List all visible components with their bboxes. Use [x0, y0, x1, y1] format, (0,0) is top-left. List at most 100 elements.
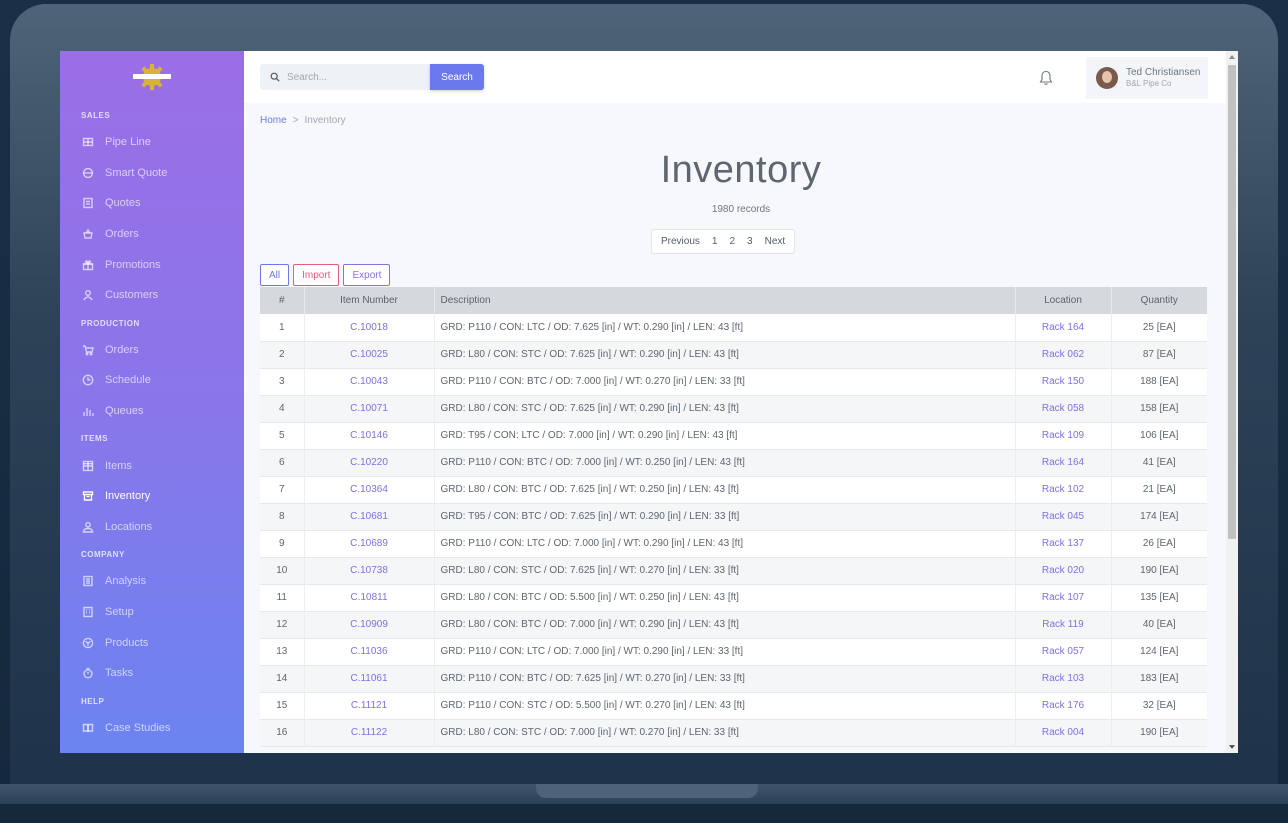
- location-link[interactable]: Rack 102: [1015, 476, 1112, 504]
- sidebar-item-promotions[interactable]: Promotions: [60, 249, 244, 280]
- location-link[interactable]: Rack 109: [1015, 422, 1112, 450]
- location-link[interactable]: Rack 176: [1015, 692, 1112, 720]
- location-link[interactable]: Rack 045: [1015, 503, 1112, 531]
- location-link[interactable]: Rack 164: [1015, 449, 1112, 477]
- item-number-link[interactable]: C.10043: [304, 368, 435, 396]
- location-link[interactable]: Rack 020: [1015, 557, 1112, 585]
- sidebar-item-smart-quote[interactable]: Smart Quote: [60, 158, 244, 189]
- user-menu[interactable]: Ted Christiansen B&L Pipe Co: [1086, 57, 1208, 99]
- sidebar-item-inventory[interactable]: Inventory: [60, 481, 244, 512]
- table-row[interactable]: 12 C.10909 GRD: L80 / CON: BTC / OD: 7.000…: [260, 611, 1207, 639]
- sidebar-item-orders[interactable]: Orders: [60, 335, 244, 366]
- item-number-link[interactable]: C.11122: [304, 719, 435, 747]
- sidebar-item-products[interactable]: Products: [60, 627, 244, 658]
- table-row[interactable]: 10 C.10738 GRD: L80 / CON: STC / OD: 7.625…: [260, 557, 1207, 585]
- search-field[interactable]: [260, 64, 430, 90]
- column-header-item-number[interactable]: Item Number: [304, 287, 435, 314]
- row-number: 6: [260, 449, 305, 477]
- sidebar-item-quotes[interactable]: Quotes: [60, 188, 244, 219]
- scroll-down-arrow[interactable]: [1229, 745, 1235, 749]
- table-row[interactable]: 1 C.10018 GRD: P110 / CON: LTC / OD: 7.625…: [260, 314, 1207, 342]
- pager-page-2[interactable]: 2: [723, 230, 741, 253]
- column-header-location[interactable]: Location: [1015, 287, 1112, 314]
- sidebar-item-items[interactable]: Items: [60, 450, 244, 481]
- item-number-link[interactable]: C.10071: [304, 395, 435, 423]
- row-number: 15: [260, 692, 305, 720]
- all-button[interactable]: All: [260, 264, 290, 286]
- table-row[interactable]: 14 C.11061 GRD: P110 / CON: BTC / OD: 7.62…: [260, 665, 1207, 693]
- search-button[interactable]: Search: [430, 64, 484, 90]
- table-row[interactable]: 2 C.10025 GRD: L80 / CON: STC / OD: 7.625 …: [260, 341, 1207, 369]
- sidebar-item-case-studies[interactable]: Case Studies: [60, 713, 244, 744]
- pager-page-3[interactable]: 3: [741, 230, 759, 253]
- pager-next[interactable]: Next: [759, 230, 795, 253]
- row-number: 1: [260, 314, 305, 342]
- sidebar-item-analysis[interactable]: Analysis: [60, 566, 244, 597]
- location-icon: [81, 520, 95, 534]
- column-header-number[interactable]: #: [260, 287, 305, 314]
- table-row[interactable]: 13 C.11036 GRD: P110 / CON: LTC / OD: 7.00…: [260, 638, 1207, 666]
- sidebar-item-tasks[interactable]: Tasks: [60, 658, 244, 689]
- scroll-up-arrow[interactable]: [1229, 55, 1235, 59]
- table-row[interactable]: 5 C.10146 GRD: T95 / CON: LTC / OD: 7.000 …: [260, 422, 1207, 450]
- sidebar-item-orders[interactable]: Orders: [60, 219, 244, 250]
- item-number-link[interactable]: C.11121: [304, 692, 435, 720]
- item-description: GRD: L80 / CON: STC / OD: 7.625 [in] / W…: [434, 557, 1016, 585]
- table-row[interactable]: 6 C.10220 GRD: P110 / CON: BTC / OD: 7.000…: [260, 449, 1207, 477]
- column-header-quantity[interactable]: Quantity: [1111, 287, 1207, 314]
- table-row[interactable]: 15 C.11121 GRD: P110 / CON: STC / OD: 5.50…: [260, 692, 1207, 720]
- table-row[interactable]: 8 C.10681 GRD: T95 / CON: BTC / OD: 7.625 …: [260, 503, 1207, 531]
- pager-page-1[interactable]: 1: [706, 230, 724, 253]
- breadcrumb-separator: >: [292, 115, 299, 126]
- export-button[interactable]: Export: [343, 264, 391, 286]
- sidebar-item-queues[interactable]: Queues: [60, 396, 244, 427]
- location-link[interactable]: Rack 150: [1015, 368, 1112, 396]
- location-link[interactable]: Rack 004: [1015, 719, 1112, 747]
- sidebar-item-customers[interactable]: Customers: [60, 280, 244, 311]
- inventory-table: # Item Number Description Location Quant…: [260, 287, 1207, 747]
- search-input[interactable]: [287, 71, 417, 83]
- sidebar-item-schedule[interactable]: Schedule: [60, 365, 244, 396]
- location-link[interactable]: Rack 103: [1015, 665, 1112, 693]
- table-row[interactable]: 7 C.10364 GRD: L80 / CON: BTC / OD: 7.625 …: [260, 476, 1207, 504]
- table-row[interactable]: 11 C.10811 GRD: L80 / CON: BTC / OD: 5.500…: [260, 584, 1207, 612]
- pager-previous[interactable]: Previous: [652, 230, 706, 253]
- item-number-link[interactable]: C.10025: [304, 341, 435, 369]
- breadcrumb-home[interactable]: Home: [260, 115, 287, 126]
- table-row[interactable]: 9 C.10689 GRD: P110 / CON: LTC / OD: 7.000…: [260, 530, 1207, 558]
- item-number-link[interactable]: C.11036: [304, 638, 435, 666]
- item-number-link[interactable]: C.10220: [304, 449, 435, 477]
- location-link[interactable]: Rack 164: [1015, 314, 1112, 342]
- item-number-link[interactable]: C.10909: [304, 611, 435, 639]
- import-button[interactable]: Import: [293, 264, 340, 286]
- app-screen: SALES Pipe Line Smart Quote Quotes Orders Pro…: [60, 51, 1238, 753]
- location-link[interactable]: Rack 137: [1015, 530, 1112, 558]
- table-row[interactable]: 16 C.11122 GRD: L80 / CON: STC / OD: 7.000…: [260, 719, 1207, 747]
- location-link[interactable]: Rack 062: [1015, 341, 1112, 369]
- location-link[interactable]: Rack 107: [1015, 584, 1112, 612]
- sidebar-item-setup[interactable]: Setup: [60, 597, 244, 628]
- item-number-link[interactable]: C.10146: [304, 422, 435, 450]
- sidebar-item-locations[interactable]: Locations: [60, 512, 244, 543]
- cube-icon: [81, 636, 95, 650]
- item-number-link[interactable]: C.10364: [304, 476, 435, 504]
- bell-icon[interactable]: [1039, 70, 1053, 86]
- row-number: 9: [260, 530, 305, 558]
- vertical-scrollbar[interactable]: [1226, 51, 1238, 753]
- table-row[interactable]: 3 C.10043 GRD: P110 / CON: BTC / OD: 7.000…: [260, 368, 1207, 396]
- item-number-link[interactable]: C.11061: [304, 665, 435, 693]
- item-number-link[interactable]: C.10811: [304, 584, 435, 612]
- sidebar-item-pipe-line[interactable]: Pipe Line: [60, 127, 244, 158]
- scrollbar-thumb[interactable]: [1228, 65, 1236, 539]
- table-row[interactable]: 4 C.10071 GRD: L80 / CON: STC / OD: 7.625 …: [260, 395, 1207, 423]
- item-number-link[interactable]: C.10681: [304, 503, 435, 531]
- location-link[interactable]: Rack 119: [1015, 611, 1112, 639]
- location-link[interactable]: Rack 057: [1015, 638, 1112, 666]
- app-logo[interactable]: [60, 51, 244, 103]
- item-number-link[interactable]: C.10738: [304, 557, 435, 585]
- column-header-description[interactable]: Description: [434, 287, 1016, 314]
- item-number-link[interactable]: C.10689: [304, 530, 435, 558]
- item-number-link[interactable]: C.10018: [304, 314, 435, 342]
- location-link[interactable]: Rack 058: [1015, 395, 1112, 423]
- row-number: 13: [260, 638, 305, 666]
